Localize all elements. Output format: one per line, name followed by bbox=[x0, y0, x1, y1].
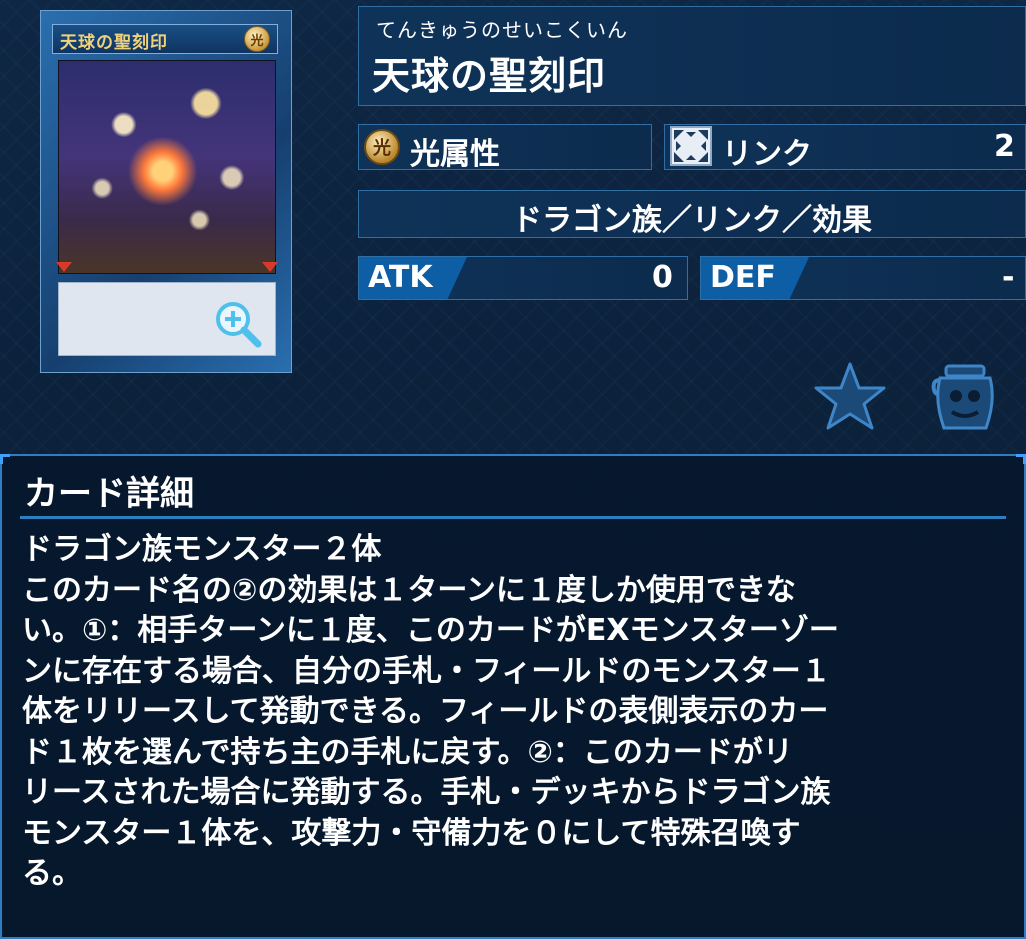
card-image-name: 天球の聖刻印 bbox=[60, 33, 168, 53]
attribute-panel bbox=[358, 124, 652, 170]
link-arrows-icon bbox=[670, 126, 712, 166]
attribute-label: 光属性 bbox=[410, 137, 500, 172]
card-attribute-icon: 光 bbox=[244, 26, 270, 52]
link-arrow-bottom-left-icon bbox=[56, 262, 72, 272]
card-furigana: てんきゅうのせいこくいん bbox=[376, 18, 628, 42]
atk-value: 0 bbox=[652, 260, 673, 295]
detail-divider bbox=[20, 516, 1006, 519]
atk-label: ATK bbox=[368, 260, 433, 295]
type-line: ドラゴン族／リンク／効果 bbox=[512, 203, 872, 238]
card-effect-text: ドラゴン族モンスター２体 このカード名の②の効果は１ターンに１度しか使用できな … bbox=[22, 532, 839, 891]
light-attribute-icon: 光 bbox=[364, 129, 400, 165]
link-arrow-bottom-right-icon bbox=[262, 262, 278, 272]
star-icon[interactable] bbox=[812, 360, 888, 432]
corner-top-left bbox=[0, 454, 10, 464]
detail-heading: カード詳細 bbox=[24, 474, 194, 514]
def-value: - bbox=[1002, 260, 1015, 295]
link-value: 2 bbox=[994, 129, 1015, 164]
link-label: リンク bbox=[722, 137, 812, 172]
zoom-icon[interactable] bbox=[212, 298, 264, 350]
card-title: 天球の聖刻印 bbox=[372, 54, 607, 98]
card-artwork bbox=[58, 60, 276, 274]
jar-icon[interactable] bbox=[926, 360, 1002, 436]
link-panel bbox=[664, 124, 1026, 170]
corner-top-right bbox=[1016, 454, 1026, 464]
def-label: DEF bbox=[710, 260, 776, 295]
